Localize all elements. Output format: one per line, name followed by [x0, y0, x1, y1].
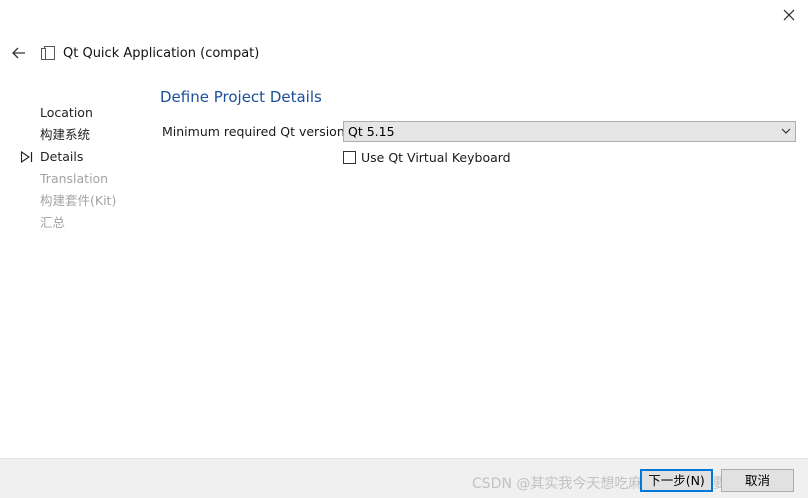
- step-label: 汇总: [40, 215, 66, 230]
- page-title: Define Project Details: [160, 88, 322, 106]
- step-label: Translation: [40, 171, 109, 186]
- wizard-steps: Location 构建系统 Details Translation 构建套件(K…: [20, 102, 150, 234]
- step-translation: Translation: [20, 168, 150, 190]
- virtual-keyboard-label[interactable]: Use Qt Virtual Keyboard: [361, 150, 511, 165]
- min-qt-version-select[interactable]: Qt 5.15: [343, 121, 796, 142]
- step-summary: 汇总: [20, 212, 150, 234]
- wizard-title: Qt Quick Application (compat): [63, 46, 260, 61]
- step-label: 构建套件(Kit): [40, 193, 117, 208]
- wizard-header: Qt Quick Application (compat): [0, 36, 808, 70]
- min-qt-version-label: Minimum required Qt version:: [162, 124, 349, 139]
- step-kits: 构建套件(Kit): [20, 190, 150, 212]
- close-icon: [783, 9, 795, 21]
- step-label: Details: [40, 149, 84, 164]
- step-location: Location: [20, 102, 150, 124]
- step-build-system: 构建系统: [20, 124, 150, 146]
- document-icon: [41, 46, 55, 60]
- step-label: Location: [40, 105, 93, 120]
- wizard-window: Qt Quick Application (compat) Location 构…: [0, 0, 808, 498]
- min-qt-version-value: Qt 5.15: [348, 124, 395, 139]
- wizard-footer: CSDN @其实我今天想吃麻辣烫微辣不要面 下一步(N) 取消: [0, 458, 808, 498]
- back-arrow-icon: [12, 47, 25, 59]
- close-button[interactable]: [776, 2, 802, 28]
- step-details: Details: [20, 146, 150, 168]
- virtual-keyboard-checkbox[interactable]: [343, 151, 356, 164]
- current-step-marker-icon: [20, 151, 33, 163]
- next-button[interactable]: 下一步(N): [640, 469, 713, 492]
- back-button[interactable]: [8, 42, 30, 64]
- virtual-keyboard-row: Use Qt Virtual Keyboard: [343, 149, 593, 167]
- step-label: 构建系统: [40, 127, 91, 142]
- min-qt-version-row: Minimum required Qt version: Qt 5.15: [162, 121, 796, 143]
- cancel-button[interactable]: 取消: [721, 469, 794, 492]
- chevron-down-icon: [781, 128, 791, 134]
